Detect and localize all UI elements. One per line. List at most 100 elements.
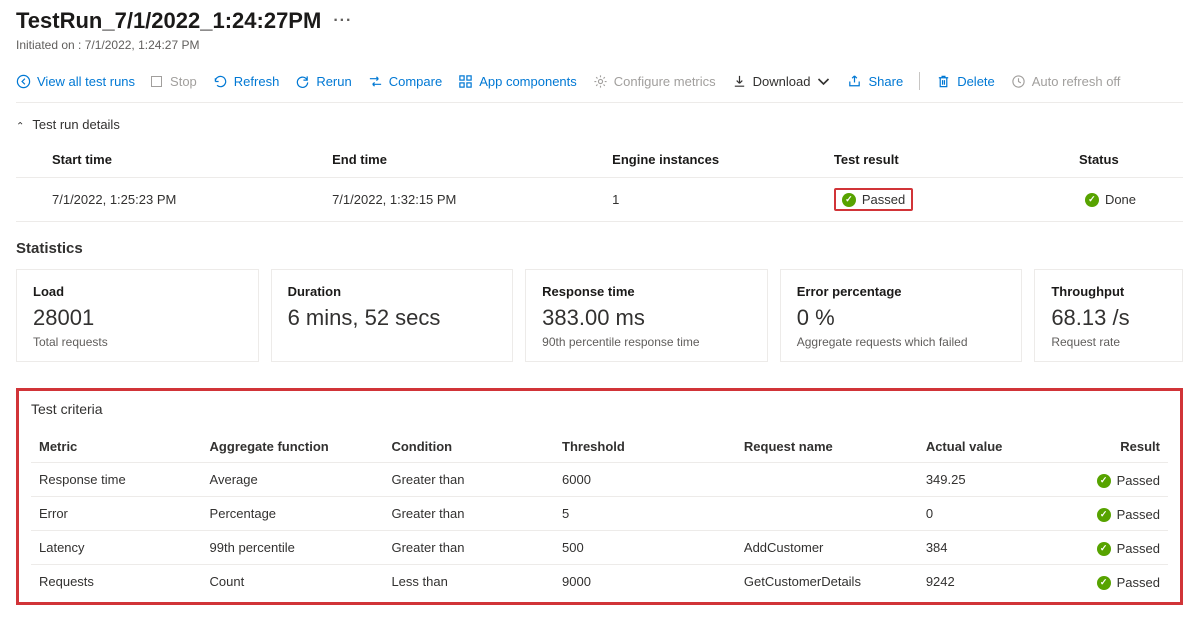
header-result: Result [1066,431,1168,463]
stop-icon [151,76,162,87]
cell-end-time: 7/1/2022, 1:32:15 PM [296,178,576,222]
share-icon [847,74,862,89]
test-criteria-section: Test criteria Metric Aggregate function … [16,388,1183,605]
stat-label: Response time [542,284,751,299]
initiated-on-label: Initiated on : 7/1/2022, 1:24:27 PM [16,38,1183,52]
toolbar: View all test runs Stop Refresh Rerun Co… [16,62,1183,103]
criteria-cell-result: ✓ Passed [1066,497,1168,531]
share-label: Share [868,74,903,89]
criteria-cell-metric: Response time [31,463,202,497]
cell-status: ✓ Done [1043,178,1183,222]
compare-label: Compare [389,74,442,89]
stat-sub: Request rate [1051,335,1166,349]
check-icon: ✓ [842,193,856,207]
result-text: Passed [1117,507,1160,522]
stat-sub: Total requests [33,335,242,349]
refresh-button[interactable]: Refresh [213,74,280,89]
stat-card-error-percentage: Error percentage 0 % Aggregate requests … [780,269,1023,362]
view-all-test-runs-button[interactable]: View all test runs [16,74,135,89]
criteria-cell-aggregate: Percentage [202,497,384,531]
check-icon: ✓ [1097,508,1111,522]
clock-icon [1011,74,1026,89]
page-title: TestRun_7/1/2022_1:24:27PM [16,8,321,34]
criteria-cell-condition: Less than [383,565,554,599]
details-row: 7/1/2022, 1:25:23 PM 7/1/2022, 1:32:15 P… [16,178,1183,222]
stat-label: Load [33,284,242,299]
test-result-badge: ✓ Passed [834,188,913,211]
result-text: Passed [1117,575,1160,590]
stat-value: 28001 [33,305,242,331]
delete-label: Delete [957,74,995,89]
download-label: Download [753,74,811,89]
statistics-row: Load 28001 Total requests Duration 6 min… [16,269,1183,362]
app-components-button[interactable]: App components [458,74,577,89]
refresh-label: Refresh [234,74,280,89]
status-text: Done [1105,192,1136,207]
criteria-cell-request_name [736,497,918,531]
more-icon[interactable]: ··· [333,12,352,30]
header-engine-instances: Engine instances [576,142,798,178]
criteria-cell-threshold: 5 [554,497,736,531]
auto-refresh-button: Auto refresh off [1011,74,1121,89]
criteria-cell-condition: Greater than [383,531,554,565]
details-header-row: Start time End time Engine instances Tes… [16,142,1183,178]
test-criteria-title: Test criteria [31,401,1168,417]
criteria-cell-condition: Greater than [383,463,554,497]
criteria-cell-actual_value: 349.25 [918,463,1066,497]
criteria-cell-aggregate: 99th percentile [202,531,384,565]
download-button[interactable]: Download [732,74,832,89]
cell-engine-instances: 1 [576,178,798,222]
delete-icon [936,74,951,89]
arrow-back-icon [16,74,31,89]
criteria-cell-request_name: GetCustomerDetails [736,565,918,599]
header-status: Status [1043,142,1183,178]
cell-start-time: 7/1/2022, 1:25:23 PM [16,178,296,222]
criteria-cell-aggregate: Average [202,463,384,497]
stat-label: Error percentage [797,284,1006,299]
stat-value: 6 mins, 52 secs [288,305,497,331]
stop-button: Stop [151,74,197,89]
criteria-cell-aggregate: Count [202,565,384,599]
stat-label: Throughput [1051,284,1166,299]
configure-metrics-button: Configure metrics [593,74,716,89]
test-result-text: Passed [862,192,905,207]
status-badge: ✓ Done [1079,190,1142,209]
rerun-button[interactable]: Rerun [295,74,351,89]
stat-card-duration: Duration 6 mins, 52 secs [271,269,514,362]
header-aggregate: Aggregate function [202,431,384,463]
result-text: Passed [1117,473,1160,488]
criteria-cell-threshold: 500 [554,531,736,565]
criteria-cell-result: ✓Passed [1066,565,1168,599]
chevron-up-icon: ⌄ [16,119,24,130]
stat-card-load: Load 28001 Total requests [16,269,259,362]
result-badge: ✓Passed [1097,473,1160,488]
auto-refresh-label: Auto refresh off [1032,74,1121,89]
test-criteria-table: Metric Aggregate function Condition Thre… [31,431,1168,598]
header-condition: Condition [383,431,554,463]
stat-sub: Aggregate requests which failed [797,335,1006,349]
check-icon: ✓ [1085,193,1099,207]
header-metric: Metric [31,431,202,463]
stop-label: Stop [170,74,197,89]
view-all-label: View all test runs [37,74,135,89]
criteria-cell-result: ✓Passed [1066,463,1168,497]
test-run-details-toggle[interactable]: ⌄ Test run details [16,117,1183,132]
cell-test-result: ✓ Passed [798,178,1043,222]
compare-button[interactable]: Compare [368,74,442,89]
result-badge: ✓ Passed [1097,507,1160,522]
test-run-details-table: Start time End time Engine instances Tes… [16,142,1183,222]
criteria-cell-actual_value: 0 [918,497,1066,531]
criteria-row: ErrorPercentageGreater than50✓Passed [31,497,1168,531]
criteria-row: RequestsCountLess than9000GetCustomerDet… [31,565,1168,599]
delete-button[interactable]: Delete [936,74,995,89]
chevron-down-icon [816,74,831,89]
stat-value: 0 % [797,305,1006,331]
stat-sub: 90th percentile response time [542,335,751,349]
test-run-details-label: Test run details [32,117,119,132]
criteria-cell-metric: Latency [31,531,202,565]
criteria-cell-request_name [736,463,918,497]
criteria-cell-request_name: AddCustomer [736,531,918,565]
header-start-time: Start time [16,142,296,178]
header-end-time: End time [296,142,576,178]
share-button[interactable]: Share [847,74,903,89]
